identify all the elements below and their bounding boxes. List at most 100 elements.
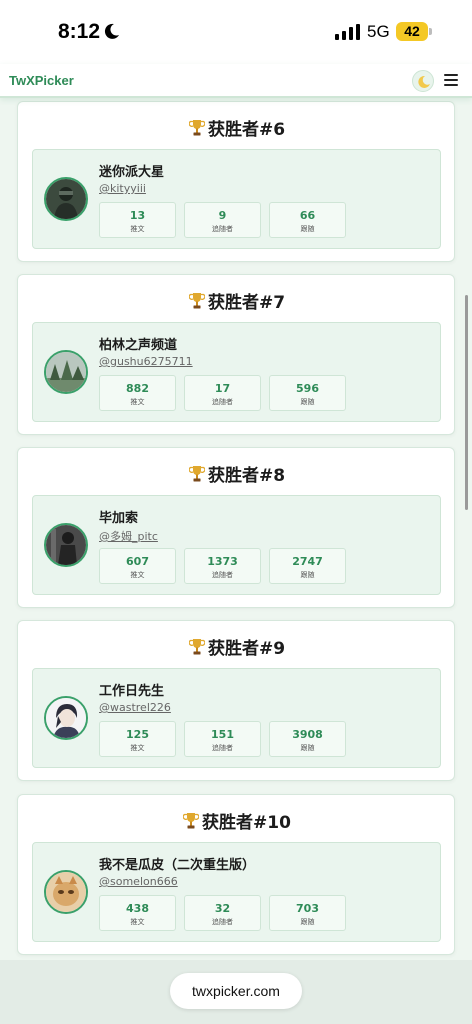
stat-following: 66 跟随 xyxy=(269,202,346,238)
display-name: 毕加索 xyxy=(99,511,139,526)
winner-title-text: 获胜者#7 xyxy=(207,293,286,313)
stat-following-value: 2747 xyxy=(292,555,323,568)
trophy-icon xyxy=(188,120,205,136)
stat-followers-label: 追随者 xyxy=(212,571,233,579)
stat-following-value: 3908 xyxy=(292,728,323,741)
stat-followers-label: 追随者 xyxy=(212,225,233,233)
stat-tweets-value: 882 xyxy=(126,382,149,395)
user-handle-link[interactable]: @多姆_pitc xyxy=(99,528,158,544)
avatar[interactable] xyxy=(44,870,88,914)
stat-tweets: 13 推文 xyxy=(99,202,176,238)
stat-tweets-value: 13 xyxy=(129,209,146,222)
user-handle-link[interactable]: @gushu6275711 xyxy=(99,355,193,368)
stat-tweets: 882 推文 xyxy=(99,375,176,411)
trophy-icon xyxy=(188,293,205,309)
app-header: TwXPicker xyxy=(0,64,472,98)
stat-tweets: 125 推文 xyxy=(99,721,176,757)
stat-tweets-label: 推文 xyxy=(130,225,145,233)
stat-followers-label: 追随者 xyxy=(212,918,233,926)
stat-followers: 1373 追随者 xyxy=(184,548,261,584)
stat-tweets-label: 推文 xyxy=(130,918,145,926)
avatar[interactable] xyxy=(44,177,88,221)
stat-tweets-value: 607 xyxy=(126,555,149,568)
status-bar: 8:12 5G 42 xyxy=(0,0,472,64)
winner-card: 获胜者#10 我不是瓜皮（二次重生版） @somelon666 438 推文 3… xyxy=(17,794,455,955)
stat-tweets-label: 推文 xyxy=(130,398,145,406)
winner-title-text: 获胜者#8 xyxy=(207,466,286,486)
battery-icon: 42 xyxy=(396,22,428,41)
scrollbar[interactable] xyxy=(465,295,468,510)
stat-followers-value: 17 xyxy=(214,382,231,395)
winner-card: 获胜者#8 毕加索 @多姆_pitc 607 推文 1373 追随者 2747 … xyxy=(17,447,455,608)
stat-followers: 17 追随者 xyxy=(184,375,261,411)
user-handle-link[interactable]: @wastrel226 xyxy=(99,701,171,714)
stat-tweets-label: 推文 xyxy=(130,744,145,752)
stat-tweets: 438 推文 xyxy=(99,895,176,931)
winner-title: 获胜者#6 xyxy=(18,117,456,143)
winner-title-text: 获胜者#10 xyxy=(202,813,291,833)
moon-icon xyxy=(418,75,430,88)
display-name: 柏林之声频道 xyxy=(99,338,178,353)
stat-followers-label: 追随者 xyxy=(212,744,233,752)
profile-box: 柏林之声频道 @gushu6275711 882 推文 17 追随者 596 跟… xyxy=(32,322,441,422)
cellular-signal-icon xyxy=(335,24,360,40)
avatar[interactable] xyxy=(44,350,88,394)
avatar[interactable] xyxy=(44,696,88,740)
stat-followers-value: 32 xyxy=(214,902,231,915)
battery-tip xyxy=(429,28,432,35)
stat-following-label: 跟随 xyxy=(300,918,315,926)
profile-box: 工作日先生 @wastrel226 125 推文 151 追随者 3908 跟随 xyxy=(32,668,441,768)
stat-tweets-value: 438 xyxy=(126,902,149,915)
stat-followers-value: 9 xyxy=(218,209,227,222)
winners-list[interactable]: 获胜者#6 迷你派大星 @kityyiii 13 推文 9 追随者 66 跟随 … xyxy=(0,98,472,960)
stat-following-label: 跟随 xyxy=(300,744,315,752)
stat-tweets: 607 推文 xyxy=(99,548,176,584)
stat-followers-value: 151 xyxy=(211,728,234,741)
trophy-icon xyxy=(183,813,200,829)
stat-following-label: 跟随 xyxy=(300,225,315,233)
network-type: 5G xyxy=(367,22,390,41)
address-bar[interactable]: twxpicker.com xyxy=(170,973,302,1009)
stat-tweets-value: 125 xyxy=(126,728,149,741)
display-name: 工作日先生 xyxy=(99,684,165,699)
stat-following-label: 跟随 xyxy=(300,571,315,579)
stat-following-value: 703 xyxy=(296,902,319,915)
stat-following: 596 跟随 xyxy=(269,375,346,411)
stat-following-label: 跟随 xyxy=(300,398,315,406)
display-name: 迷你派大星 xyxy=(99,165,165,180)
do-not-disturb-moon-icon xyxy=(104,23,119,39)
profile-box: 我不是瓜皮（二次重生版） @somelon666 438 推文 32 追随者 7… xyxy=(32,842,441,942)
brand-logo[interactable]: TwXPicker xyxy=(9,73,74,88)
stat-following: 2747 跟随 xyxy=(269,548,346,584)
browser-bottom-bar: twxpicker.com xyxy=(0,960,472,1024)
winner-title: 获胜者#9 xyxy=(18,636,456,662)
avatar[interactable] xyxy=(44,523,88,567)
winner-card: 获胜者#9 工作日先生 @wastrel226 125 推文 151 追随者 3… xyxy=(17,620,455,781)
stat-followers: 9 追随者 xyxy=(184,202,261,238)
trophy-icon xyxy=(188,639,205,655)
stat-followers: 151 追随者 xyxy=(184,721,261,757)
winner-card: 获胜者#6 迷你派大星 @kityyiii 13 推文 9 追随者 66 跟随 xyxy=(17,101,455,262)
profile-box: 迷你派大星 @kityyiii 13 推文 9 追随者 66 跟随 xyxy=(32,149,441,249)
stat-following-value: 66 xyxy=(299,209,316,222)
trophy-icon xyxy=(188,466,205,482)
theme-toggle-button[interactable] xyxy=(412,70,434,92)
profile-box: 毕加索 @多姆_pitc 607 推文 1373 追随者 2747 跟随 xyxy=(32,495,441,595)
display-name: 我不是瓜皮（二次重生版） xyxy=(99,858,256,873)
winner-title: 获胜者#7 xyxy=(18,290,456,316)
winner-card: 获胜者#7 柏林之声频道 @gushu6275711 882 推文 17 追随者… xyxy=(17,274,455,435)
winner-title: 获胜者#8 xyxy=(18,463,456,489)
winner-title-text: 获胜者#6 xyxy=(207,120,286,140)
stat-tweets-label: 推文 xyxy=(130,571,145,579)
stat-following: 703 跟随 xyxy=(269,895,346,931)
stat-followers-value: 1373 xyxy=(207,555,238,568)
hamburger-menu-icon[interactable] xyxy=(444,74,458,87)
stat-following-value: 596 xyxy=(296,382,319,395)
user-handle-link[interactable]: @somelon666 xyxy=(99,875,178,888)
stat-following: 3908 跟随 xyxy=(269,721,346,757)
stat-followers: 32 追随者 xyxy=(184,895,261,931)
winner-title: 获胜者#10 xyxy=(18,810,456,836)
winner-title-text: 获胜者#9 xyxy=(207,639,286,659)
status-time: 8:12 xyxy=(58,20,101,43)
user-handle-link[interactable]: @kityyiii xyxy=(99,182,146,195)
